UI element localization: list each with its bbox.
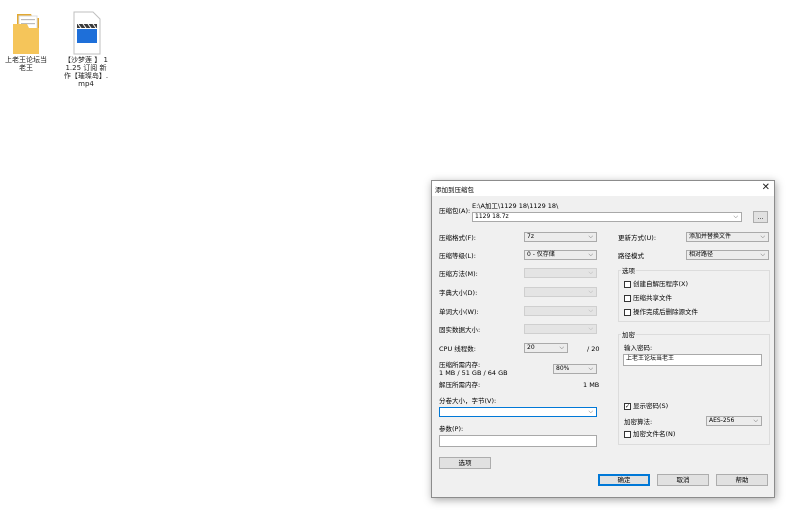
cpu-value: 20 (527, 344, 535, 351)
show-password-label: 显示密码(S) (633, 402, 669, 410)
mem-comp-label: 压缩所需内存: (439, 361, 481, 369)
browse-button[interactable]: ... (753, 211, 768, 223)
chevron-down-icon: ⌵ (760, 251, 765, 258)
cpu-select[interactable]: 20 ⌵ (524, 343, 568, 353)
desktop-icon-video[interactable]: 【沙梦莲 】 11.25 订阅 新作【璀璨岛】.mp4 (62, 10, 110, 88)
cpu-label: CPU 线程数: (439, 345, 476, 353)
chevron-down-icon: ⌵ (588, 325, 593, 332)
path-label: 路径模式 (618, 252, 644, 260)
chevron-down-icon: ⌵ (588, 307, 593, 314)
update-select[interactable]: 添加并替换文件 ⌵ (686, 232, 769, 242)
sfx-checkbox[interactable] (624, 281, 631, 288)
archive-name-combo[interactable]: 1129 18.7z ⌵ (472, 212, 742, 222)
solid-select[interactable]: ⌵ (524, 324, 597, 334)
solid-label: 固实数据大小: (439, 326, 481, 334)
split-combo[interactable]: ⌵ (439, 407, 597, 417)
split-label: 分卷大小，字节(V): (439, 397, 497, 405)
chevron-down-icon: ⌵ (559, 344, 564, 351)
options-button[interactable]: 选项 (439, 457, 491, 469)
help-button[interactable]: 帮助 (716, 474, 768, 486)
chevron-down-icon: ⌵ (588, 251, 593, 258)
desktop-icon-label: 【沙梦莲 】 11.25 订阅 新作【璀璨岛】.mp4 (63, 56, 109, 88)
chevron-down-icon: ⌵ (588, 269, 593, 276)
shared-files-label: 压缩共享文件 (633, 294, 672, 302)
level-label: 压缩等级(L): (439, 252, 476, 260)
chevron-down-icon: ⌵ (760, 233, 765, 240)
password-value: 上老王论坛当老王 (626, 355, 675, 362)
mem-comp-value: 1 MB / 51 GB / 64 GB (439, 369, 508, 377)
update-value: 添加并替换文件 (689, 233, 732, 240)
encryption-method-select[interactable]: AES-256 ⌵ (706, 416, 762, 426)
params-label: 参数(P): (439, 425, 464, 433)
delete-after-label: 操作完成后删除源文件 (633, 308, 698, 316)
delete-after-checkbox[interactable] (624, 309, 631, 316)
ok-button[interactable]: 确定 (598, 474, 650, 486)
encrypt-names-checkbox[interactable] (624, 431, 631, 438)
cpu-total: / 20 (587, 345, 600, 353)
level-select[interactable]: 0 - 仅存储 ⌵ (524, 250, 597, 260)
add-to-archive-dialog: 添加到压缩包 ✕ 压缩包(A): E:\A加工\1129 18\1129 18\… (431, 180, 775, 498)
desktop-icon-label: 上老王论坛当老王 (5, 56, 47, 72)
mem-decomp-value: 1 MB (583, 381, 600, 389)
format-select[interactable]: 7z ⌵ (524, 232, 597, 242)
encrypt-names-label: 加密文件名(N) (633, 430, 676, 438)
archive-path: E:\A加工\1129 18\1129 18\ (472, 202, 559, 210)
chevron-down-icon: ⌵ (753, 417, 758, 424)
dict-select[interactable]: ⌵ (524, 287, 597, 297)
mem-pct-select[interactable]: 80% ⌵ (553, 364, 597, 374)
chevron-down-icon: ⌵ (588, 408, 593, 415)
path-select[interactable]: 相对路径 ⌵ (686, 250, 769, 260)
dialog-title: 添加到压缩包 (435, 186, 474, 194)
chevron-down-icon: ⌵ (588, 288, 593, 295)
encryption-method-value: AES-256 (709, 417, 735, 424)
cancel-button[interactable]: 取消 (657, 474, 709, 486)
format-value: 7z (527, 233, 534, 240)
method-select[interactable]: ⌵ (524, 268, 597, 278)
method-label: 压缩方法(M): (439, 270, 478, 278)
folder-icon (9, 10, 43, 56)
show-password-checkbox[interactable]: ✓ (624, 403, 631, 410)
dict-label: 字典大小(D): (439, 289, 478, 297)
title-bar: 添加到压缩包 ✕ (432, 181, 774, 196)
path-value: 相对路径 (689, 251, 714, 258)
options-group-title: 选项 (621, 267, 636, 275)
archive-name-value: 1129 18.7z (475, 213, 509, 220)
encryption-group-title: 加密 (621, 331, 636, 339)
sfx-label: 创建自解压程序(X) (633, 280, 689, 288)
chevron-down-icon: ⌵ (733, 213, 738, 220)
word-select[interactable]: ⌵ (524, 306, 597, 316)
chevron-down-icon: ⌵ (588, 365, 593, 372)
mem-decomp-label: 解压所需内存: (439, 381, 481, 389)
video-file-icon (69, 10, 103, 56)
desktop: { "desktop": { "icons": [ { "label": "上老… (0, 0, 800, 520)
params-input[interactable] (439, 435, 597, 447)
encryption-method-label: 加密算法: (624, 418, 653, 426)
archive-label: 压缩包(A): (439, 207, 471, 215)
password-label: 输入密码: (624, 344, 653, 352)
word-label: 单词大小(W): (439, 308, 479, 316)
shared-files-checkbox[interactable] (624, 295, 631, 302)
desktop-icon-folder[interactable]: 上老王论坛当老王 (2, 10, 50, 72)
chevron-down-icon: ⌵ (588, 233, 593, 240)
password-input[interactable]: 上老王论坛当老王 (623, 354, 762, 366)
mem-pct-value: 80% (556, 365, 570, 372)
level-value: 0 - 仅存储 (527, 251, 555, 258)
update-label: 更新方式(U): (618, 234, 657, 242)
format-label: 压缩格式(F): (439, 234, 477, 242)
close-icon[interactable]: ✕ (762, 182, 770, 194)
